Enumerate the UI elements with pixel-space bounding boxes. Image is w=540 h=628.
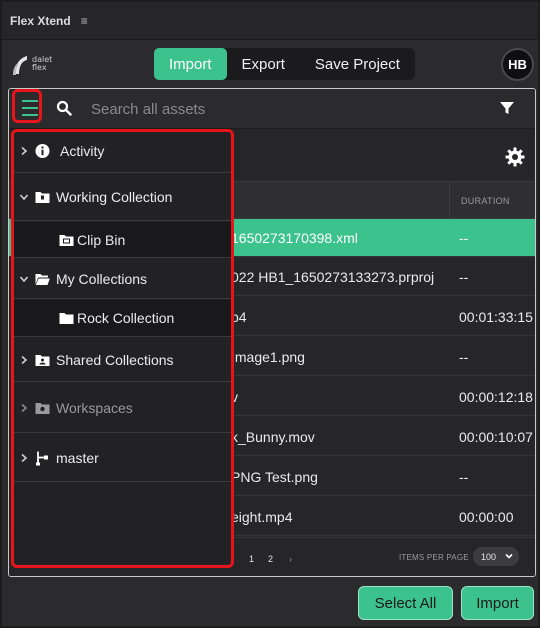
asset-name: PNG Test.png (231, 469, 318, 485)
search-icon (56, 100, 72, 116)
collection-folder-icon (35, 192, 50, 203)
asset-name: 022 HB1_1650273133273.prproj (231, 269, 435, 285)
user-avatar[interactable]: HB (501, 48, 534, 81)
flex-logo-mark-icon (13, 56, 27, 75)
gear-icon[interactable] (505, 147, 525, 167)
asset-name: Image1.png (231, 349, 305, 365)
asset-duration: -- (459, 269, 469, 285)
top-navigation: Import Export Save Project (154, 48, 415, 80)
sidebar-item-label: Activity (60, 142, 105, 159)
asset-duration: -- (459, 469, 469, 485)
chevron-down-icon (19, 194, 29, 201)
sidebar-item-master[interactable]: master (11, 434, 231, 482)
sidebar-item-my-collections[interactable]: My Collections (11, 259, 231, 299)
sidebar-item-rock-collection[interactable]: Rock Collection (11, 300, 231, 337)
info-icon (35, 143, 50, 158)
import-button[interactable]: Import (461, 586, 534, 620)
chevron-right-icon (21, 146, 28, 155)
asset-duration: 00:00:12:18 (459, 389, 533, 405)
page-2-link[interactable]: 2 (268, 554, 273, 564)
asset-duration: 00:00:10:07 (459, 429, 533, 445)
asset-name: 1650273170398.xml (231, 230, 358, 246)
workspace-icon (35, 402, 50, 414)
sidebar-item-activity[interactable]: Activity (11, 129, 231, 173)
sidebar-item-working-collection[interactable]: Working Collection (11, 174, 231, 221)
folder-open-icon (35, 273, 50, 285)
page-1-link[interactable]: 1 (249, 554, 254, 564)
logo-text: dalet flex (32, 55, 53, 72)
branch-icon (36, 451, 48, 465)
app-window: Flex Xtend ≡ dalet flex Import Export Sa… (0, 0, 540, 628)
asset-name: p4 (231, 309, 247, 325)
window-menu-icon[interactable]: ≡ (81, 14, 88, 28)
title-bar: Flex Xtend ≡ (2, 2, 538, 40)
chevron-right-icon (21, 355, 28, 364)
sidebar-item-clip-bin[interactable]: Clip Bin (11, 222, 231, 258)
shared-folder-icon (35, 354, 50, 366)
asset-duration: 00:00:00 (459, 509, 514, 525)
collections-sidebar: Activity Working Collection Clip Bin My … (11, 129, 231, 564)
sidebar-item-label: Working Collection (56, 189, 173, 205)
hamburger-menu-button[interactable] (17, 94, 43, 122)
window-title: Flex Xtend (10, 13, 71, 28)
sidebar-item-label: My Collections (56, 270, 148, 287)
asset-browser-panel: DURATION 1650273170398.xml -- 022 HB1_16… (8, 88, 536, 577)
asset-name: v (231, 389, 238, 405)
footer-actions: Select All Import (2, 578, 538, 626)
tab-import[interactable]: Import (154, 48, 227, 80)
app-header: dalet flex Import Export Save Project HB (2, 40, 538, 88)
folder-icon (59, 313, 74, 324)
tab-save-project[interactable]: Save Project (300, 48, 415, 80)
filter-icon[interactable] (499, 100, 515, 116)
sidebar-item-label: Clip Bin (77, 231, 126, 248)
sidebar-item-label: Rock Collection (77, 310, 175, 326)
search-input[interactable] (91, 96, 471, 122)
asset-duration: 00:01:33:15 (459, 309, 533, 325)
sidebar-item-label: Workspaces (56, 399, 133, 416)
dalet-flex-logo: dalet flex (12, 52, 58, 80)
asset-duration: -- (459, 230, 469, 246)
clip-bin-folder-icon (59, 234, 74, 246)
chevron-right-icon (21, 403, 28, 412)
items-per-page-label: ITEMS PER PAGE (399, 553, 469, 562)
sidebar-item-label: master (56, 449, 99, 466)
sidebar-item-workspaces[interactable]: Workspaces (11, 383, 231, 433)
select-all-button[interactable]: Select All (358, 586, 453, 620)
sidebar-item-label: Shared Collections (56, 351, 174, 368)
asset-duration: -- (459, 349, 469, 365)
chevron-right-icon (21, 453, 28, 462)
asset-name: k_Bunny.mov (231, 429, 315, 445)
chevron-down-icon (19, 275, 29, 282)
column-header-duration[interactable]: DURATION (449, 182, 535, 220)
sidebar-item-shared-collections[interactable]: Shared Collections (11, 338, 231, 382)
chevron-down-icon (505, 553, 513, 559)
search-bar (9, 89, 535, 129)
items-per-page-select[interactable]: 100 (473, 547, 519, 566)
next-page-button[interactable]: › (289, 554, 292, 564)
tab-export[interactable]: Export (227, 48, 300, 80)
asset-name: eight.mp4 (231, 509, 293, 525)
